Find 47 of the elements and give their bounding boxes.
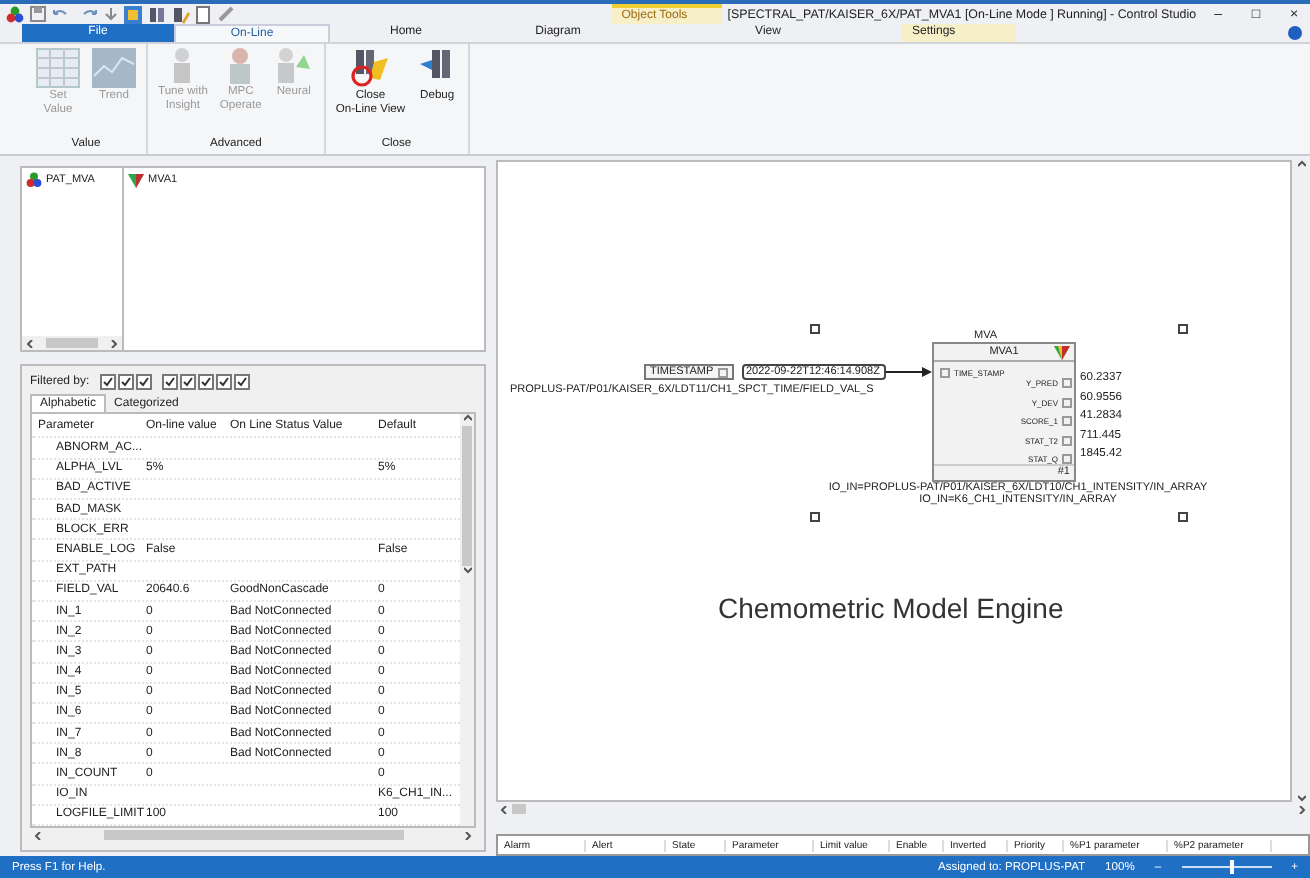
download-icon[interactable] (104, 7, 118, 21)
scroll-right-icon[interactable] (464, 831, 472, 839)
block-icon (128, 172, 144, 188)
filter-checkbox[interactable] (135, 374, 152, 391)
horizontal-scrollbar[interactable] (22, 336, 122, 351)
filter-checkbox[interactable] (233, 374, 250, 391)
document-icon[interactable] (196, 5, 212, 23)
module-icon (26, 172, 42, 188)
scroll-thumb[interactable] (512, 804, 526, 814)
save-icon[interactable] (30, 6, 46, 22)
module-icon[interactable] (148, 5, 166, 23)
filter-checkbox[interactable] (197, 374, 214, 391)
scroll-down-icon[interactable] (1297, 794, 1305, 802)
block-icon (1054, 344, 1070, 360)
scroll-right-icon[interactable] (110, 339, 118, 348)
selection-handle[interactable] (1178, 324, 1188, 334)
scroll-left-icon[interactable] (26, 339, 34, 348)
redo-icon[interactable] (78, 8, 98, 20)
trend-chart-icon (92, 48, 136, 88)
undo-icon[interactable] (52, 8, 72, 20)
person-icon (277, 48, 310, 83)
selection-handle[interactable] (810, 512, 820, 522)
scroll-up-icon[interactable] (1297, 160, 1305, 168)
scroll-left-icon[interactable] (500, 805, 508, 813)
filter-checkbox[interactable] (161, 374, 178, 391)
pencil-icon[interactable] (172, 5, 190, 23)
person-icon (174, 48, 191, 83)
online-view-icon[interactable] (124, 5, 142, 23)
scroll-up-icon[interactable] (463, 414, 471, 423)
help-icon[interactable] (1288, 26, 1302, 40)
filter-checkbox[interactable] (179, 374, 196, 391)
close-view-icon (350, 48, 391, 88)
vertical-scrollbar[interactable] (460, 414, 474, 826)
table-icon (36, 48, 80, 88)
connection-arrow (886, 366, 932, 378)
filter-checkbox[interactable] (215, 374, 232, 391)
filter-checkbox[interactable] (117, 374, 134, 391)
filter-checkbox[interactable] (99, 374, 116, 391)
selection-handle[interactable] (1178, 512, 1188, 522)
selection-handle[interactable] (810, 324, 820, 334)
vertical-scrollbar[interactable] (1292, 160, 1310, 802)
scroll-right-icon[interactable] (1298, 805, 1306, 813)
person-icon (230, 48, 251, 84)
app-logo-icon (6, 5, 24, 23)
scroll-left-icon[interactable] (34, 831, 42, 839)
scroll-down-icon[interactable] (463, 566, 471, 575)
diagram-caption: Chemometric Model Engine (718, 592, 1064, 624)
